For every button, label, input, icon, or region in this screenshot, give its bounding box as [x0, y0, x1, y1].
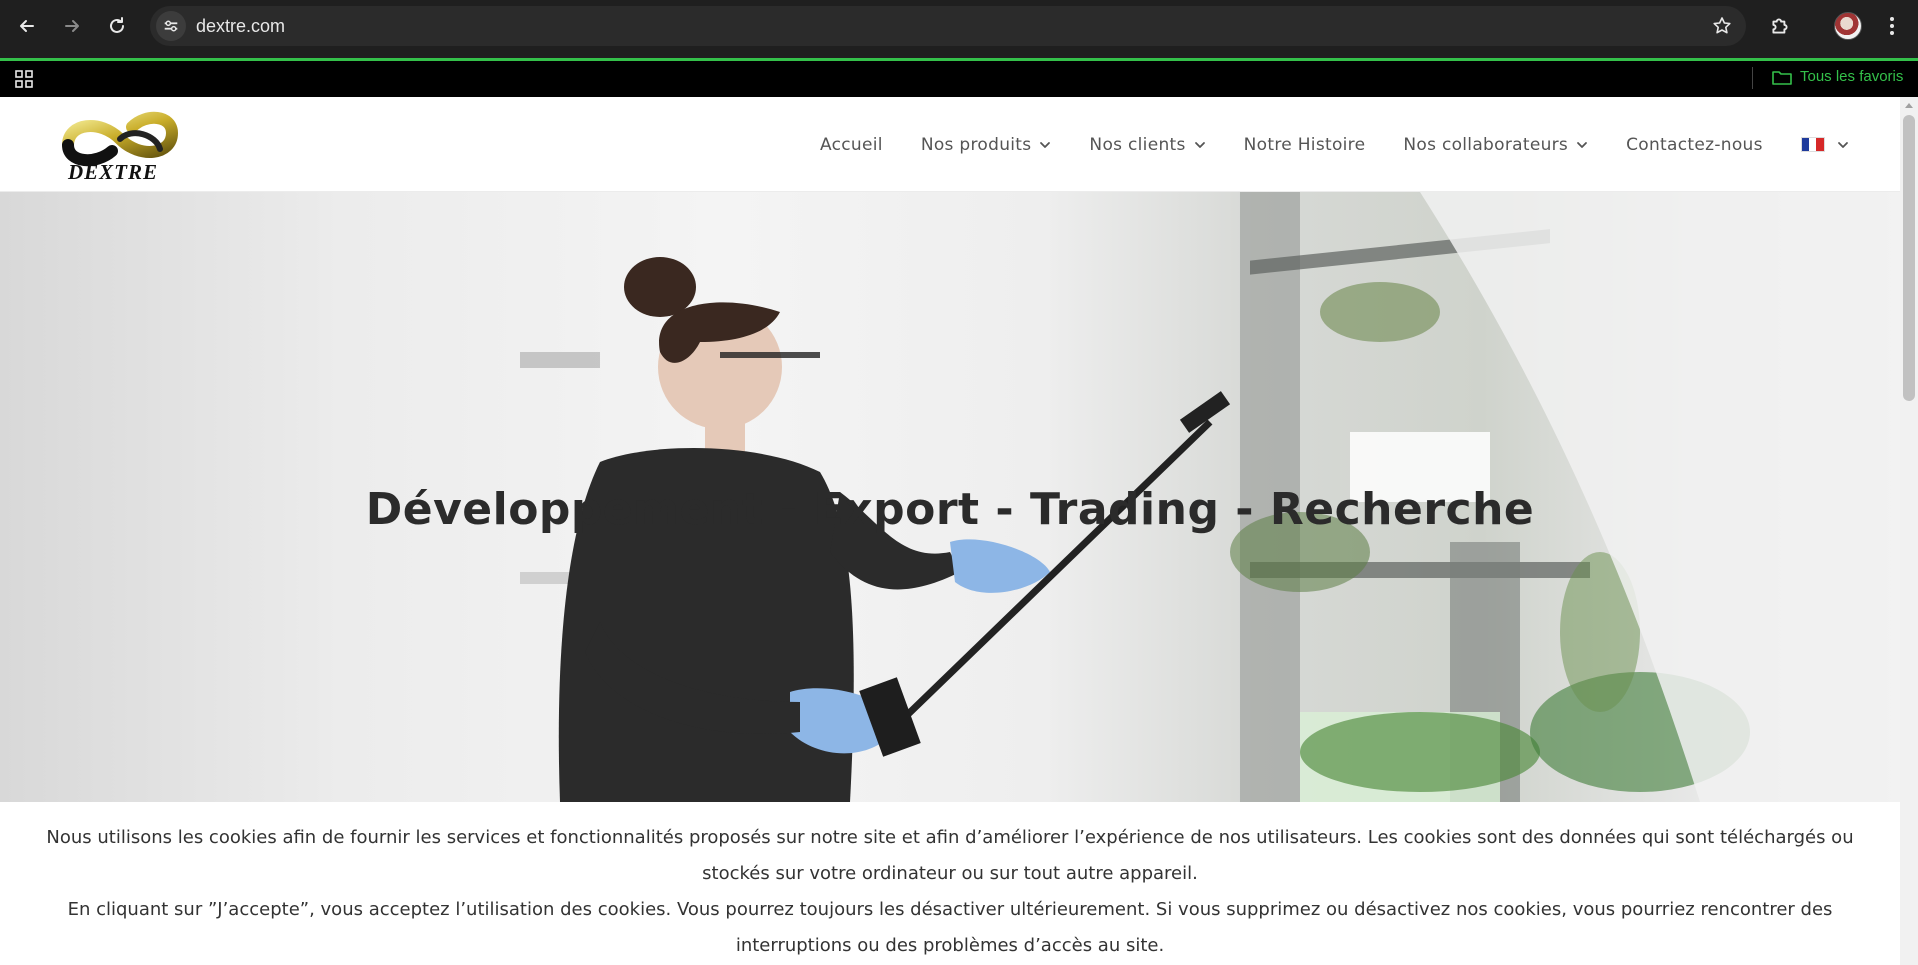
chevron-down-icon — [1577, 141, 1587, 148]
chevron-down-icon — [1040, 141, 1051, 148]
browser-menu-button[interactable] — [1880, 12, 1904, 40]
all-bookmarks-label: Tous les favoris — [1800, 68, 1904, 85]
cookie-text-line-2: En cliquant sur ”J’accepte”, vous accept… — [67, 899, 1833, 956]
cookie-consent-banner: Nous utilisons les cookies afin de fourn… — [0, 802, 1900, 965]
hero-title: Développement - Export - Trading - Reche… — [365, 484, 1535, 535]
main-navigation: Accueil Nos produits Nos clients Notre H… — [820, 97, 1887, 192]
nav-nos-clients[interactable]: Nos clients — [1089, 135, 1205, 155]
extensions-button[interactable] — [1766, 12, 1794, 40]
nav-notre-histoire[interactable]: Notre Histoire — [1244, 135, 1366, 155]
bookmarks-bar: Tous les favoris — [0, 61, 1918, 97]
nav-accueil[interactable]: Accueil — [820, 135, 883, 155]
nav-nos-collaborateurs[interactable]: Nos collaborateurs — [1403, 135, 1588, 155]
address-bar[interactable]: dextre.com — [150, 6, 1746, 46]
reload-icon — [110, 17, 124, 33]
cookie-text-line-1: Nous utilisons les cookies afin de fourn… — [46, 827, 1854, 884]
star-icon — [1713, 17, 1731, 34]
hero-banner: Développement - Export - Trading - Reche… — [0, 192, 1900, 802]
nav-nos-collaborateurs-label: Nos collaborateurs — [1403, 134, 1569, 155]
all-bookmarks-folder[interactable]: Tous les favoris — [1772, 68, 1903, 85]
nav-nos-produits-label: Nos produits — [920, 134, 1032, 155]
logo-wordmark: DEXTRE — [68, 160, 159, 184]
page-scrollbar[interactable] — [1900, 97, 1918, 965]
forward-button[interactable] — [56, 10, 88, 42]
reload-button[interactable] — [101, 10, 133, 42]
scroll-up-arrow-icon[interactable] — [1904, 101, 1914, 109]
apps-grid-icon[interactable] — [14, 69, 34, 89]
url-text[interactable]: dextre.com — [196, 16, 285, 37]
site-info-button[interactable] — [156, 11, 186, 41]
bookmark-star-button[interactable] — [1710, 14, 1734, 38]
chevron-down-icon — [1194, 141, 1205, 148]
arrow-right-icon — [65, 20, 79, 32]
chevron-down-icon — [1837, 141, 1848, 148]
profile-avatar[interactable] — [1834, 12, 1862, 40]
site-header: DEXTRE Accueil Nos produits Nos clients … — [0, 97, 1900, 192]
fr-flag-icon — [1800, 137, 1825, 152]
more-vert-icon — [1890, 17, 1894, 35]
nav-nos-produits[interactable]: Nos produits — [921, 135, 1052, 155]
nav-nos-clients-label: Nos clients — [1089, 134, 1186, 155]
bookmarks-divider — [1752, 67, 1753, 89]
nav-contactez-nous[interactable]: Contactez-nous — [1626, 135, 1763, 155]
tune-icon — [164, 20, 178, 32]
scrollbar-thumb[interactable] — [1903, 115, 1915, 401]
language-selector[interactable] — [1800, 137, 1849, 152]
puzzle-icon — [1772, 18, 1788, 34]
arrow-left-icon — [20, 20, 34, 32]
back-button[interactable] — [11, 10, 43, 42]
folder-icon — [1772, 70, 1792, 85]
browser-toolbar: dextre.com — [0, 0, 1918, 58]
